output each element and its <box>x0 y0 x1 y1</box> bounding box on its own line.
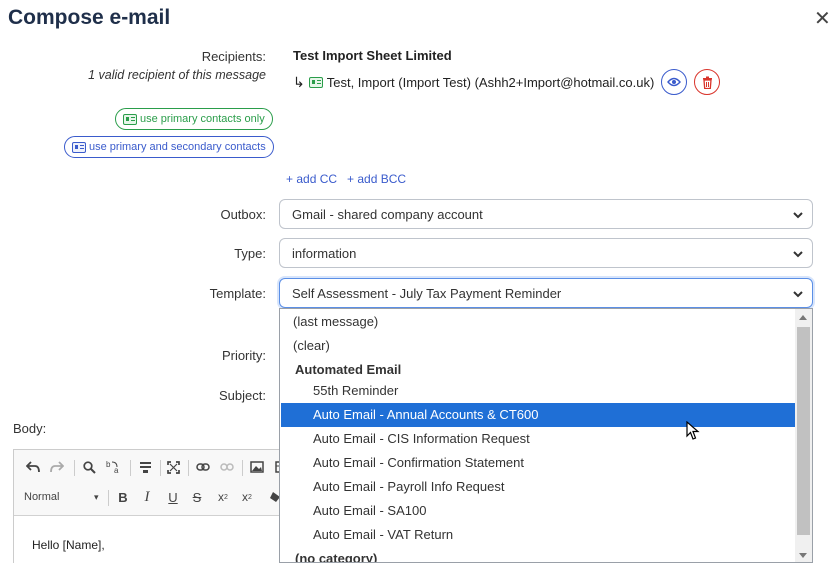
scrollbar-thumb[interactable] <box>797 327 810 535</box>
eye-icon <box>667 77 682 87</box>
view-recipient-button[interactable] <box>661 69 688 95</box>
option-annual-accounts-ct600[interactable]: Auto Email - Annual Accounts & CT600 <box>281 403 796 427</box>
mouse-cursor-icon <box>686 421 700 440</box>
toolbar-separator <box>108 490 109 506</box>
bold-icon[interactable]: B <box>114 488 132 506</box>
format-dropdown-value: Normal <box>24 491 60 503</box>
editor-toolbar: ba Normal ▾ B I U S x2 x 2 <box>14 450 312 516</box>
template-label: Template: <box>209 286 266 301</box>
image-icon[interactable] <box>248 458 266 476</box>
add-bcc-link[interactable]: + add BCC <box>347 172 406 186</box>
strikethrough-icon[interactable]: S <box>188 488 206 506</box>
dialog-title: Compose e-mail <box>8 6 171 29</box>
option-confirmation-statement[interactable]: Auto Email - Confirmation Statement <box>281 451 796 475</box>
option-cis-information-request[interactable]: Auto Email - CIS Information Request <box>281 427 796 451</box>
remove-recipient-button[interactable] <box>694 69 721 95</box>
priority-label: Priority: <box>221 348 266 363</box>
contact-card-icon <box>308 76 323 88</box>
recipient-row: ↳ Test, Import (Import Test) (Ashh2+Impo… <box>293 69 721 95</box>
return-arrow-icon: ↳ <box>293 73 305 90</box>
recipients-label: Recipients: <box>201 49 266 64</box>
template-dropdown-list[interactable]: (last message) (clear) Automated Email 5… <box>279 308 813 563</box>
replace-icon[interactable]: ba <box>104 458 124 476</box>
option-sa100[interactable]: Auto Email - SA100 <box>281 499 796 523</box>
option-vat-return[interactable]: Auto Email - VAT Return <box>281 523 796 547</box>
outbox-label: Outbox: <box>220 207 266 222</box>
scroll-down-icon[interactable] <box>799 553 807 558</box>
option-55th-reminder[interactable]: 55th Reminder <box>281 379 796 403</box>
maximize-icon[interactable] <box>164 458 182 476</box>
body-text[interactable]: Hello [Name], <box>32 538 105 552</box>
superscript-icon[interactable]: x2 <box>238 488 256 506</box>
format-dropdown[interactable]: Normal ▾ <box>24 488 104 506</box>
use-primary-secondary-contacts-button[interactable]: use primary and secondary contacts <box>64 136 274 158</box>
use-primary-contacts-label: use primary contacts only <box>140 113 265 125</box>
close-icon[interactable]: ✕ <box>814 6 830 31</box>
toolbar-separator <box>160 460 161 476</box>
subject-label: Subject: <box>219 388 266 403</box>
outbox-value: Gmail - shared company account <box>292 206 483 222</box>
recipient-contact: Test, Import (Import Test) (Ashh2+Import… <box>326 74 655 90</box>
toolbar-separator <box>188 460 189 476</box>
template-value: Self Assessment - July Tax Payment Remin… <box>292 285 562 301</box>
chevron-down-icon <box>793 251 803 258</box>
find-icon[interactable] <box>80 458 98 476</box>
toolbar-separator <box>74 460 75 476</box>
option-last-message[interactable]: (last message) <box>281 310 796 334</box>
show-blocks-icon[interactable] <box>136 458 154 476</box>
dropdown-caret-icon: ▾ <box>94 491 99 502</box>
add-cc-link[interactable]: + add CC <box>286 172 337 186</box>
use-primary-contacts-button[interactable]: use primary contacts only <box>115 108 273 130</box>
recipient-company: Test Import Sheet Limited <box>293 48 452 63</box>
scroll-up-icon[interactable] <box>799 315 807 320</box>
group-no-category: (no category) <box>295 551 378 563</box>
unlink-icon[interactable] <box>218 458 236 476</box>
body-label: Body: <box>13 421 47 436</box>
contact-card-icon <box>72 141 86 153</box>
dropdown-scrollbar[interactable] <box>795 309 812 562</box>
chevron-down-icon <box>793 291 803 298</box>
undo-icon[interactable] <box>24 458 42 476</box>
toolbar-separator <box>242 460 243 476</box>
use-primary-secondary-label: use primary and secondary contacts <box>89 141 266 153</box>
subscript-icon[interactable]: x2 <box>214 488 232 506</box>
outbox-select[interactable]: Gmail - shared company account <box>279 199 813 229</box>
italic-icon[interactable]: I <box>138 488 156 506</box>
contact-card-icon <box>123 113 137 125</box>
type-label: Type: <box>234 246 266 261</box>
svg-text:a: a <box>114 466 119 474</box>
type-select[interactable]: information <box>279 238 813 268</box>
option-clear[interactable]: (clear) <box>281 334 796 358</box>
underline-icon[interactable]: U <box>164 488 182 506</box>
body-editor: ba Normal ▾ B I U S x2 x 2 Hello [Name], <box>13 449 313 563</box>
recipient-count-note: 1 valid recipient of this message <box>88 68 266 82</box>
toolbar-separator <box>130 460 131 476</box>
svg-text:b: b <box>106 460 111 469</box>
template-select[interactable]: Self Assessment - July Tax Payment Remin… <box>279 278 813 308</box>
redo-icon[interactable] <box>48 458 66 476</box>
link-icon[interactable] <box>194 458 212 476</box>
type-value: information <box>292 245 357 261</box>
option-payroll-info-request[interactable]: Auto Email - Payroll Info Request <box>281 475 796 499</box>
trash-icon <box>702 76 712 89</box>
chevron-down-icon <box>793 212 803 219</box>
